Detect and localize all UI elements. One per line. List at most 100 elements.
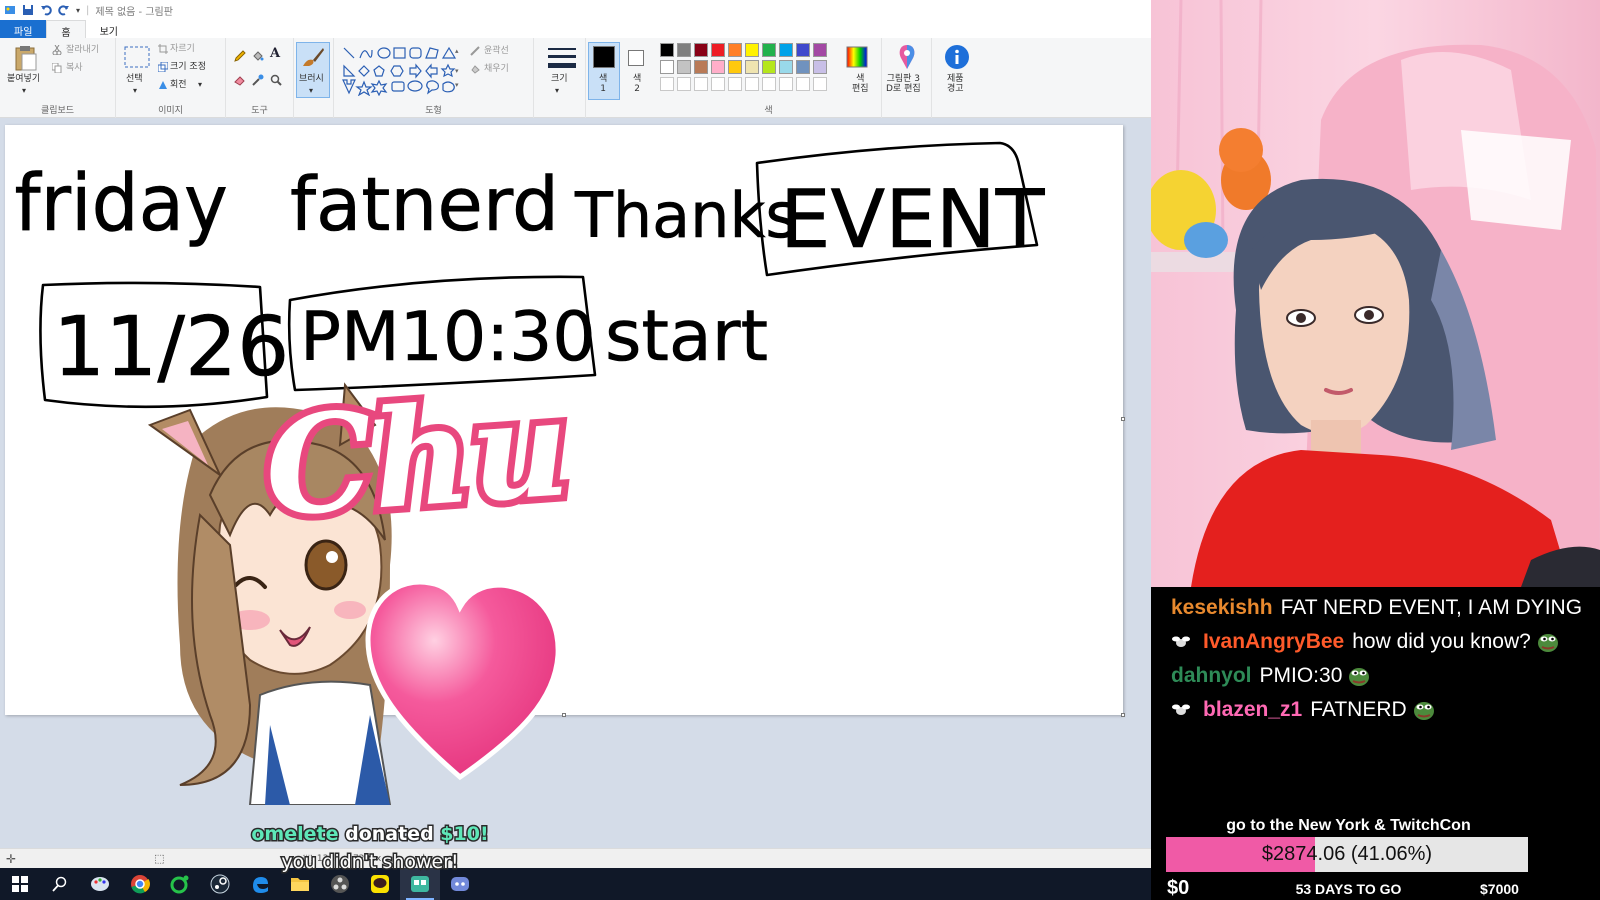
eraser-icon[interactable] [234, 74, 246, 86]
taskbar-obs[interactable] [320, 868, 360, 900]
magnifier-icon[interactable] [270, 74, 282, 86]
taskbar-discord[interactable] [440, 868, 480, 900]
chat-username[interactable]: kesekishh [1171, 596, 1273, 619]
taskbar-paint-app[interactable] [80, 868, 120, 900]
taskbar-edge[interactable] [240, 868, 280, 900]
palette-swatch[interactable] [813, 60, 827, 74]
copy-icon [52, 63, 62, 73]
chat-username[interactable]: IvanAngryBee [1203, 630, 1344, 653]
palette-swatch[interactable] [779, 43, 793, 57]
chat-username[interactable]: dahnyol [1171, 664, 1252, 687]
paste-icon[interactable] [14, 44, 38, 72]
palette-custom-swatch[interactable] [728, 77, 742, 91]
select-icon[interactable] [124, 46, 150, 68]
paste-button[interactable]: 붙여넣기 [7, 74, 40, 84]
palette-swatch[interactable] [677, 60, 691, 74]
palette-swatch[interactable] [728, 60, 742, 74]
canvas-resize-handle-right[interactable] [1121, 417, 1125, 421]
rotate-button[interactable]: 회전 [170, 80, 187, 90]
edit-colors-button[interactable]: 색 편집 [852, 74, 869, 94]
palette-swatch[interactable] [711, 60, 725, 74]
edit-colors-icon[interactable] [846, 46, 868, 68]
fill-icon [471, 65, 480, 74]
paint-window: ▾ | 제목 없음 - 그림판 파일 홈 보기 붙여넣기 ▾ 잘라내기 복사 클… [0, 0, 1151, 868]
copy-button[interactable]: 복사 [66, 63, 83, 73]
palette-swatch[interactable] [813, 43, 827, 57]
shapes-scroll-down-icon[interactable]: ▾ [455, 66, 459, 76]
info-icon[interactable] [944, 44, 970, 70]
shapes-scroll-up-icon[interactable]: ▴ [455, 46, 459, 56]
palette-custom-swatch[interactable] [711, 77, 725, 91]
stream-screen: ▾ | 제목 없음 - 그림판 파일 홈 보기 붙여넣기 ▾ 잘라내기 복사 클… [0, 0, 1600, 900]
taskbar-chrome[interactable] [120, 868, 160, 900]
palette-swatch[interactable] [660, 60, 674, 74]
save-icon[interactable] [22, 4, 34, 16]
size-dropdown-icon[interactable]: ▾ [555, 86, 559, 96]
outline-button[interactable]: 윤곽선 [484, 46, 509, 56]
start-button[interactable] [0, 868, 40, 900]
paint3d-icon[interactable] [896, 44, 918, 70]
palette-custom-swatch[interactable] [694, 77, 708, 91]
brushes-dropdown-icon[interactable]: ▾ [309, 86, 313, 96]
palette-swatch[interactable] [762, 60, 776, 74]
quick-access-dropdown-icon[interactable]: ▾ [76, 6, 80, 15]
palette-swatch[interactable] [796, 60, 810, 74]
palette-swatch[interactable] [660, 43, 674, 57]
select-button[interactable]: 선택 [126, 74, 143, 84]
palette-custom-swatch[interactable] [779, 77, 793, 91]
palette-custom-swatch[interactable] [813, 77, 827, 91]
canvas-word-start: start [605, 295, 768, 377]
pencil-icon[interactable] [234, 50, 246, 62]
palette-swatch[interactable] [762, 43, 776, 57]
redo-icon[interactable] [58, 4, 70, 16]
palette-swatch[interactable] [779, 60, 793, 74]
select-dropdown-icon[interactable]: ▾ [133, 86, 137, 96]
crop-button[interactable]: 자르기 [170, 44, 195, 54]
canvas-resize-handle-corner[interactable] [1121, 713, 1125, 717]
size-button[interactable]: 크기 [551, 74, 568, 84]
tools-group-label: 도구 [251, 106, 268, 116]
size-lines-icon[interactable] [548, 46, 576, 72]
palette-swatch[interactable] [711, 43, 725, 57]
palette-custom-swatch[interactable] [660, 77, 674, 91]
tab-view[interactable]: 보기 [86, 20, 132, 38]
shapes-gallery[interactable] [342, 46, 468, 96]
taskbar-steam[interactable] [200, 868, 240, 900]
taskbar-search-button[interactable] [40, 868, 80, 900]
cut-button[interactable]: 잘라내기 [66, 45, 99, 55]
paint3d-button[interactable]: 그림판 3 D로 편집 [886, 74, 921, 94]
palette-swatch[interactable] [745, 60, 759, 74]
tab-file[interactable]: 파일 [0, 20, 47, 38]
warning-button[interactable]: 제품 경고 [947, 74, 964, 94]
palette-custom-swatch[interactable] [745, 77, 759, 91]
rotate-dropdown-icon[interactable]: ▾ [198, 80, 202, 90]
tab-home[interactable]: 홈 [46, 20, 86, 39]
palette-custom-swatch[interactable] [762, 77, 776, 91]
taskbar-active-app[interactable] [400, 868, 440, 900]
drawing-canvas[interactable]: friday fatnerd Thanks EVENT 11/26 PM10:3… [5, 125, 1125, 717]
fill-button[interactable]: 채우기 [484, 64, 509, 74]
color-picker-icon[interactable] [252, 74, 264, 86]
color2-swatch[interactable] [628, 50, 644, 66]
size-group: 크기 ▾ [534, 38, 586, 118]
shapes-more-icon[interactable]: ▾ [455, 80, 459, 90]
palette-swatch[interactable] [796, 43, 810, 57]
taskbar-green-app[interactable] [160, 868, 200, 900]
palette-swatch[interactable] [694, 60, 708, 74]
undo-icon[interactable] [40, 4, 52, 16]
text-tool-icon[interactable]: A [270, 47, 280, 60]
palette-swatch[interactable] [694, 43, 708, 57]
paste-dropdown-icon[interactable]: ▾ [22, 86, 26, 96]
chat-username[interactable]: blazen_z1 [1203, 698, 1302, 721]
palette-custom-swatch[interactable] [796, 77, 810, 91]
palette-swatch[interactable] [745, 43, 759, 57]
resize-button[interactable]: 크기 조정 [170, 62, 206, 72]
status-bar: ✛ ⬚ ⬚ 1343 × 723px [0, 848, 1151, 868]
taskbar-file-explorer[interactable] [280, 868, 320, 900]
taskbar-kakaotalk[interactable] [360, 868, 400, 900]
canvas-resize-handle-bottom[interactable] [562, 713, 566, 717]
palette-swatch[interactable] [728, 43, 742, 57]
palette-swatch[interactable] [677, 43, 691, 57]
fill-bucket-icon[interactable] [252, 50, 264, 62]
palette-custom-swatch[interactable] [677, 77, 691, 91]
